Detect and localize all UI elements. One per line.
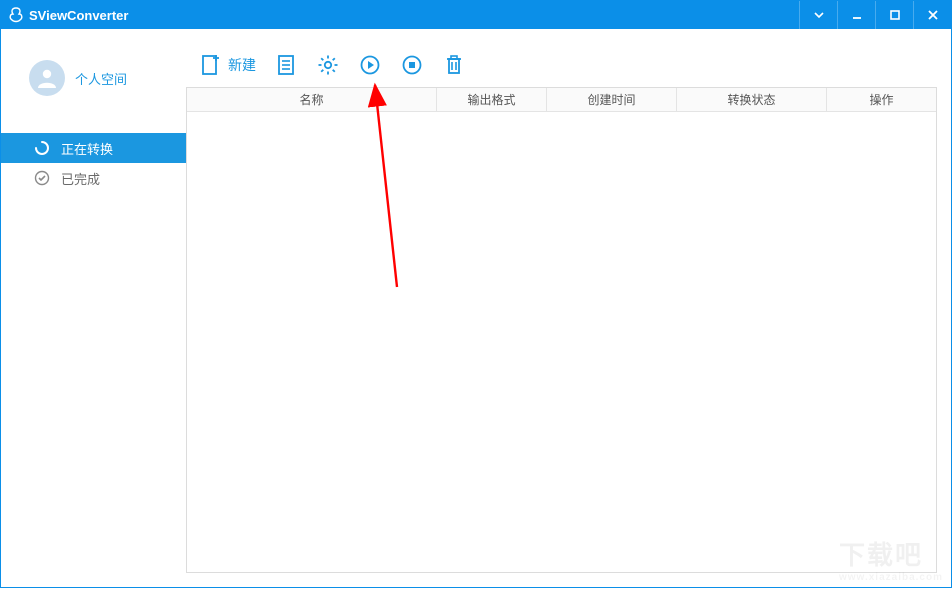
new-button-label: 新建: [228, 55, 256, 75]
app-title: SViewConverter: [29, 8, 128, 23]
nav-item-label: 已完成: [61, 169, 100, 188]
user-label: 个人空间: [75, 69, 127, 88]
check-circle-icon: [33, 169, 51, 187]
new-button[interactable]: 新建: [198, 53, 256, 77]
stop-circle-icon: [400, 53, 424, 77]
stop-button[interactable]: [400, 53, 424, 77]
task-grid: 名称 输出格式 创建时间 转换状态 操作: [186, 87, 937, 573]
dropdown-button[interactable]: [799, 1, 837, 29]
minimize-button[interactable]: [837, 1, 875, 29]
close-button[interactable]: [913, 1, 951, 29]
sidebar: 个人空间 正在转换 已完成: [1, 29, 186, 587]
nav-item-label: 正在转换: [61, 139, 113, 158]
col-output-fmt[interactable]: 输出格式: [437, 88, 547, 111]
trash-icon: [442, 53, 466, 77]
avatar-icon: [29, 60, 65, 96]
titlebar: SViewConverter: [1, 1, 951, 29]
list-button[interactable]: [274, 53, 298, 77]
nav-item-converting[interactable]: 正在转换: [1, 133, 186, 163]
document-list-icon: [274, 53, 298, 77]
maximize-button[interactable]: [875, 1, 913, 29]
play-button[interactable]: [358, 53, 382, 77]
spinner-icon: [33, 139, 51, 157]
delete-button[interactable]: [442, 53, 466, 77]
gear-icon: [316, 53, 340, 77]
nav: 正在转换 已完成: [1, 133, 186, 193]
user-block[interactable]: 个人空间: [1, 47, 186, 103]
col-status[interactable]: 转换状态: [677, 88, 827, 111]
app-logo-icon: [7, 6, 25, 24]
main-panel: 新建: [186, 29, 951, 587]
col-action[interactable]: 操作: [827, 88, 936, 111]
toolbar: 新建: [186, 43, 937, 87]
new-file-icon: [198, 53, 222, 77]
col-create-time[interactable]: 创建时间: [547, 88, 677, 111]
grid-body[interactable]: [187, 112, 936, 572]
nav-item-completed[interactable]: 已完成: [1, 163, 186, 193]
settings-button[interactable]: [316, 53, 340, 77]
play-circle-icon: [358, 53, 382, 77]
col-name[interactable]: 名称: [187, 88, 437, 111]
window-buttons: [799, 1, 951, 29]
grid-header: 名称 输出格式 创建时间 转换状态 操作: [187, 88, 936, 112]
